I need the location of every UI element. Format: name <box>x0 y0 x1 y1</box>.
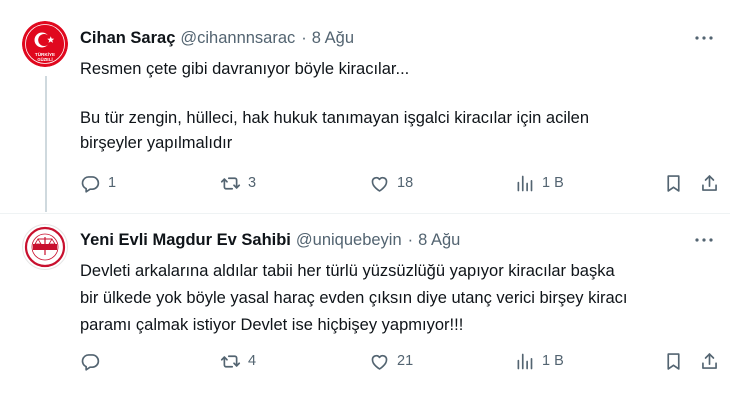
reply-button[interactable]: 1 <box>80 171 116 195</box>
views-count: 1 B <box>542 175 564 191</box>
views-count: 1 B <box>542 353 564 369</box>
views-chart-icon <box>517 175 533 191</box>
tweet-actions: 1 3 18 1 B <box>0 171 730 195</box>
bookmark-icon <box>667 174 680 192</box>
retweet-count: 4 <box>248 353 257 369</box>
separator-dot: · <box>301 28 307 47</box>
tweet-actions: 4 21 1 B <box>0 349 730 373</box>
views-chart-icon <box>517 353 533 369</box>
retweet-button[interactable]: 3 <box>220 171 256 195</box>
avatar[interactable]: TÜRKİYE GÜZELİ <box>22 21 68 67</box>
tweet-header: Cihan Saraç @cihannnsarac · 8 Ağu <box>80 26 354 50</box>
bookmark-icon <box>667 352 680 370</box>
author-name[interactable]: Cihan Saraç <box>80 29 175 48</box>
separator-dot: · <box>407 230 414 249</box>
tweet-date[interactable]: 8 Ağu <box>312 29 354 48</box>
tweet-text-line: Bu tür zengin, hülleci, hak hukuk tanıma… <box>80 109 590 127</box>
avatar[interactable] <box>22 224 68 270</box>
author-handle[interactable]: @cihannnsarac <box>180 29 295 48</box>
reply-button[interactable] <box>80 349 108 373</box>
author-handle[interactable]: @uniquebeyin <box>296 231 402 250</box>
tweet-text-line: Devleti arkalarına aldılar tabii her tür… <box>80 262 615 280</box>
more-dots-icon[interactable] <box>690 228 718 252</box>
bookmark-button[interactable] <box>663 349 684 373</box>
like-count: 21 <box>397 353 414 369</box>
tweet-yeni-evli[interactable]: Yeni Evli Magdur Ev Sahibi @uniquebeyin … <box>0 214 730 420</box>
share-icon <box>702 174 717 191</box>
tweet-cihan-sarac[interactable]: TÜRKİYE GÜZELİ Cihan Saraç @cihannnsarac… <box>0 0 730 214</box>
bookmark-button[interactable] <box>663 171 684 195</box>
retweet-count: 3 <box>248 175 257 191</box>
author-name[interactable]: Yeni Evli Magdur Ev Sahibi <box>80 231 291 250</box>
tweet-text-line: bir ülkede yok böyle yasal haraç evden ç… <box>80 289 628 307</box>
tweet-header: Yeni Evli Magdur Ev Sahibi @uniquebeyin … <box>80 228 460 252</box>
tweet-text-line: Resmen çete gibi davranıyor böyle kiracı… <box>80 60 410 78</box>
retweet-button[interactable]: 4 <box>220 349 256 373</box>
reply-count: 1 <box>108 175 117 191</box>
tweet-text-line: birşeyler yapılmalıdır <box>80 134 233 152</box>
share-icon <box>702 352 717 369</box>
avatar-text-bottom: GÜZELİ <box>37 57 52 62</box>
retweet-icon <box>220 176 241 190</box>
share-button[interactable] <box>699 171 720 195</box>
like-button[interactable]: 18 <box>369 171 413 195</box>
more-dots-icon[interactable] <box>690 26 718 50</box>
views-button[interactable]: 1 B <box>514 171 564 195</box>
views-button[interactable]: 1 B <box>514 349 564 373</box>
reply-icon <box>81 353 100 371</box>
retweet-icon <box>220 354 241 368</box>
tweet-date[interactable]: 8 Ağu <box>418 231 460 250</box>
share-button[interactable] <box>699 349 720 373</box>
heart-icon <box>371 354 388 370</box>
reply-icon <box>81 175 100 193</box>
heart-icon <box>371 176 388 192</box>
tweet-text-line: paramı çalmak istiyor Devlet ise hiçbişe… <box>80 316 464 334</box>
like-button[interactable]: 21 <box>369 349 413 373</box>
like-count: 18 <box>397 175 414 191</box>
